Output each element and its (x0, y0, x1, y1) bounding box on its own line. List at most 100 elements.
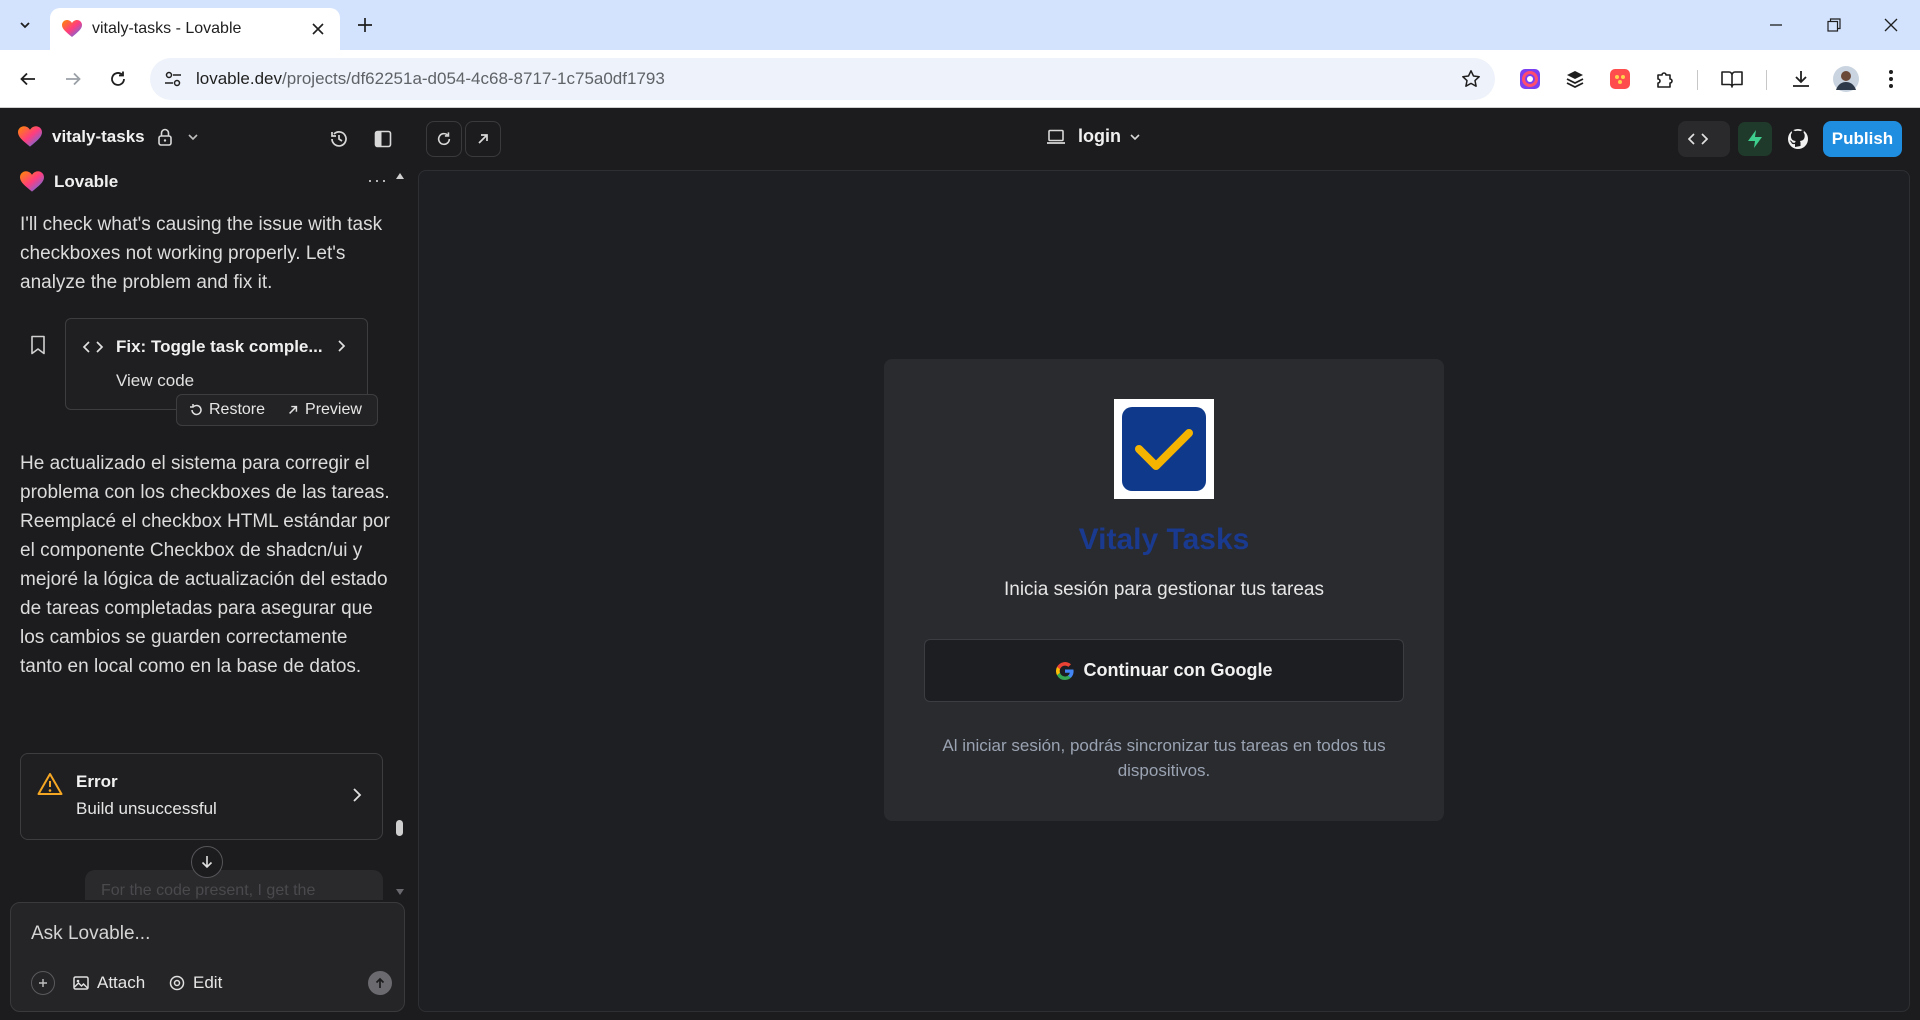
open-in-new-tab-button[interactable] (465, 121, 501, 157)
url-text[interactable]: lovable.dev/projects/df62251a-d054-4c68-… (196, 69, 1461, 89)
toggle-sidebar-button[interactable] (367, 123, 399, 155)
arrow-up-icon (375, 977, 385, 988)
route-selector[interactable]: login (1046, 126, 1141, 147)
browser-menu-button[interactable] (1876, 64, 1906, 94)
forward-button[interactable] (58, 64, 88, 94)
chevron-right-icon (338, 340, 346, 352)
refresh-icon (437, 132, 451, 146)
lovable-heart-icon (18, 126, 42, 147)
app-header: vitaly-tasks login Publish (0, 108, 1920, 170)
recorder-extension-button[interactable] (1605, 64, 1635, 94)
address-bar[interactable]: lovable.dev/projects/df62251a-d054-4c68-… (150, 58, 1495, 100)
arrow-right-icon (66, 72, 81, 86)
error-text: Build unsuccessful (76, 799, 217, 818)
close-icon (312, 23, 324, 35)
history-icon (331, 131, 347, 147)
reading-mode-button[interactable] (1717, 64, 1747, 94)
restore-window-button[interactable] (1819, 10, 1849, 40)
attach-button[interactable]: Attach (73, 973, 145, 993)
chevron-down-icon (20, 22, 30, 29)
supabase-bolt-icon (1748, 130, 1762, 148)
scroll-to-bottom-button[interactable] (191, 846, 223, 878)
external-link-icon (478, 134, 488, 144)
sidebar-icon (374, 130, 392, 148)
chevron-down-icon (1130, 133, 1140, 140)
message-more-button[interactable]: ··· (367, 170, 388, 191)
error-title: Error (76, 772, 118, 791)
supabase-button[interactable] (1737, 121, 1773, 157)
scroll-up-arrow-icon[interactable] (395, 172, 405, 180)
restore-icon (190, 404, 202, 416)
sender-name: Lovable (54, 172, 119, 191)
profile-avatar[interactable] (1831, 64, 1861, 94)
layers-extension-button[interactable] (1560, 64, 1590, 94)
build-error-card[interactable]: Error Build unsuccessful (20, 753, 383, 840)
restore-button[interactable]: Restore (189, 401, 265, 419)
code-view-toggle[interactable] (1678, 121, 1730, 157)
tab-search-button[interactable] (10, 12, 40, 38)
assistant-message: I'll check what's causing the issue with… (20, 214, 383, 293)
reload-icon (111, 71, 125, 86)
avatar-icon (1833, 66, 1859, 92)
preview-version-button[interactable]: Preview (287, 401, 362, 419)
bookmark-star-icon[interactable] (1461, 69, 1481, 89)
puzzle-icon (1657, 72, 1673, 88)
bookmark-icon[interactable] (30, 335, 46, 355)
route-label: login (1078, 126, 1121, 146)
minimize-button[interactable] (1761, 10, 1791, 40)
add-button[interactable] (31, 971, 55, 995)
code-icon (82, 341, 104, 353)
toolbar-divider (1766, 70, 1767, 90)
back-button[interactable] (13, 64, 43, 94)
project-switcher[interactable]: vitaly-tasks (18, 126, 199, 148)
extensions-button[interactable] (1650, 64, 1680, 94)
layers-icon (1566, 71, 1584, 89)
refresh-preview-button[interactable] (426, 121, 462, 157)
plus-icon (39, 979, 47, 987)
message-header: Lovable ··· (20, 170, 390, 194)
site-settings-icon[interactable] (164, 70, 182, 88)
assistant-message: He actualizado el sistema para corregir … (20, 453, 390, 677)
downloads-button[interactable] (1786, 64, 1816, 94)
tab-title: vitaly-tasks - Lovable (92, 20, 242, 37)
url-path: /projects/df62251a-d054-4c68-8717-1c75a0… (282, 69, 665, 88)
publish-button[interactable]: Publish (1823, 121, 1902, 157)
chat-panel: Lovable ··· I'll check what's causing th… (0, 170, 410, 1020)
edit-label: Edit (193, 973, 223, 992)
app-title: Vitaly Tasks (1078, 523, 1250, 556)
restore-window-icon (1827, 18, 1841, 32)
lock-icon (157, 128, 172, 146)
chat-input[interactable] (31, 919, 381, 949)
warning-icon (37, 773, 63, 795)
google-signin-button[interactable]: Continuar con Google (924, 639, 1404, 702)
toolbar-divider (1697, 70, 1698, 90)
new-tab-button[interactable] (352, 12, 378, 38)
lovable-heart-icon (62, 20, 82, 37)
code-icon (1688, 133, 1708, 145)
scroll-down-arrow-icon[interactable] (395, 888, 405, 896)
more-vertical-icon (1889, 70, 1893, 88)
book-icon (1721, 71, 1743, 88)
color-picker-extension-button[interactable] (1515, 64, 1545, 94)
view-code-link[interactable]: View code (116, 371, 194, 391)
history-button[interactable] (323, 123, 355, 155)
minimize-icon (1770, 24, 1782, 26)
reload-button[interactable] (103, 64, 133, 94)
preview-version-label: Preview (305, 401, 362, 418)
target-icon (169, 975, 185, 991)
close-window-button[interactable] (1876, 10, 1906, 40)
code-edit-title: Fix: Toggle task comple... (116, 337, 323, 356)
arrow-down-icon (201, 856, 213, 869)
edit-button[interactable]: Edit (169, 973, 222, 993)
user-message-faded: For the code present, I get the (85, 870, 383, 900)
external-link-icon (289, 405, 298, 414)
url-host: lovable.dev (196, 69, 283, 88)
tab-close-button[interactable] (306, 17, 330, 41)
login-card: Vitaly Tasks Inicia sesión para gestiona… (884, 359, 1444, 821)
version-actions: Restore Preview (176, 394, 378, 426)
github-button[interactable] (1780, 121, 1816, 157)
browser-tab-active[interactable]: vitaly-tasks - Lovable (50, 8, 340, 50)
browser-toolbar: lovable.dev/projects/df62251a-d054-4c68-… (0, 50, 1920, 108)
send-button[interactable] (368, 971, 392, 995)
chat-scrollbar-thumb[interactable] (396, 820, 403, 836)
